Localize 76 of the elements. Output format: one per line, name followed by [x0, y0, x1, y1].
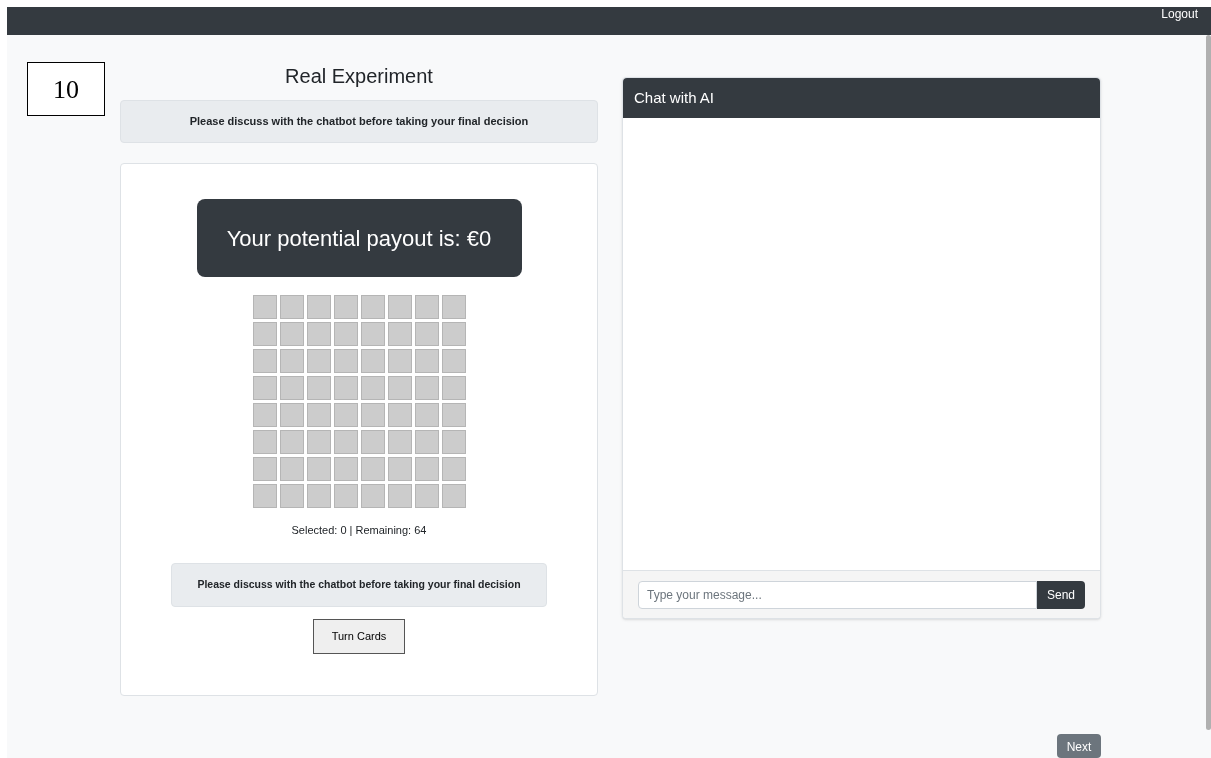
card-tile[interactable]	[414, 403, 439, 427]
card-tile[interactable]	[279, 376, 304, 400]
card-tile[interactable]	[333, 322, 358, 346]
card-tile[interactable]	[306, 295, 331, 319]
card-tile[interactable]	[414, 322, 439, 346]
card-tile[interactable]	[333, 457, 358, 481]
card-tile[interactable]	[387, 403, 412, 427]
card-tile[interactable]	[387, 430, 412, 454]
card-tile[interactable]	[414, 484, 439, 508]
card-tile[interactable]	[306, 457, 331, 481]
card-tile[interactable]	[333, 349, 358, 373]
card-tile[interactable]	[414, 376, 439, 400]
next-button[interactable]: Next	[1057, 734, 1101, 758]
card-tile[interactable]	[252, 457, 277, 481]
card-tile[interactable]	[387, 349, 412, 373]
card-tile[interactable]	[333, 484, 358, 508]
card-tile[interactable]	[252, 376, 277, 400]
card-tile[interactable]	[279, 457, 304, 481]
card-tile[interactable]	[441, 376, 466, 400]
figure-label: 10	[27, 62, 105, 116]
logout-link[interactable]: Logout	[1161, 7, 1198, 21]
card-tile[interactable]	[279, 295, 304, 319]
payout-banner: Your potential payout is: €0	[196, 199, 522, 277]
send-button[interactable]: Send	[1037, 580, 1085, 609]
card-tile[interactable]	[414, 349, 439, 373]
card-tile[interactable]	[306, 349, 331, 373]
card-tile[interactable]	[333, 295, 358, 319]
card-tile[interactable]	[360, 376, 385, 400]
card-tile[interactable]	[441, 403, 466, 427]
card-tile[interactable]	[279, 403, 304, 427]
card-tile[interactable]	[333, 430, 358, 454]
card-tile[interactable]	[306, 484, 331, 508]
message-input[interactable]: Type your message...	[638, 580, 1037, 609]
chat-header: Chat with AI	[623, 78, 1100, 118]
notice-banner: Please discuss with the chatbot before taking your final decision	[120, 100, 598, 143]
card-tile[interactable]	[306, 322, 331, 346]
card-tile[interactable]	[441, 349, 466, 373]
card-tile[interactable]	[414, 457, 439, 481]
card-tile[interactable]	[441, 457, 466, 481]
card-tile[interactable]	[387, 457, 412, 481]
card-tile[interactable]	[441, 322, 466, 346]
card-tile[interactable]	[360, 295, 385, 319]
card-tile[interactable]	[333, 376, 358, 400]
card-tile[interactable]	[387, 322, 412, 346]
card-tile[interactable]	[360, 349, 385, 373]
card-tile[interactable]	[279, 484, 304, 508]
card-tile[interactable]	[306, 376, 331, 400]
card-tile[interactable]	[252, 403, 277, 427]
card-tile[interactable]	[306, 403, 331, 427]
card-tile[interactable]	[252, 349, 277, 373]
card-tile[interactable]	[360, 484, 385, 508]
notice-banner: Please discuss with the chatbot before taking your final decision	[171, 562, 547, 607]
card-tile[interactable]	[252, 295, 277, 319]
card-tile[interactable]	[360, 403, 385, 427]
card-tile[interactable]	[252, 484, 277, 508]
card-tile[interactable]	[441, 295, 466, 319]
card-tile[interactable]	[360, 457, 385, 481]
card-tile[interactable]	[414, 295, 439, 319]
card-tile[interactable]	[252, 430, 277, 454]
card-tile[interactable]	[387, 484, 412, 508]
turn-cards-button[interactable]: Turn Cards	[313, 618, 405, 654]
page-title: Real Experiment	[285, 64, 433, 89]
card-tile[interactable]	[252, 322, 277, 346]
card-tile[interactable]	[441, 430, 466, 454]
card-tile[interactable]	[279, 322, 304, 346]
card-tile[interactable]	[360, 430, 385, 454]
card-tile[interactable]	[414, 430, 439, 454]
card-tile[interactable]	[360, 322, 385, 346]
selection-status: Selected: 0 | Remaining: 64	[291, 523, 427, 538]
card-tile[interactable]	[279, 430, 304, 454]
card-tile[interactable]	[387, 295, 412, 319]
card-tile[interactable]	[333, 403, 358, 427]
card-tile[interactable]	[387, 376, 412, 400]
card-tile[interactable]	[279, 349, 304, 373]
card-tile[interactable]	[306, 430, 331, 454]
card-tile[interactable]	[441, 484, 466, 508]
